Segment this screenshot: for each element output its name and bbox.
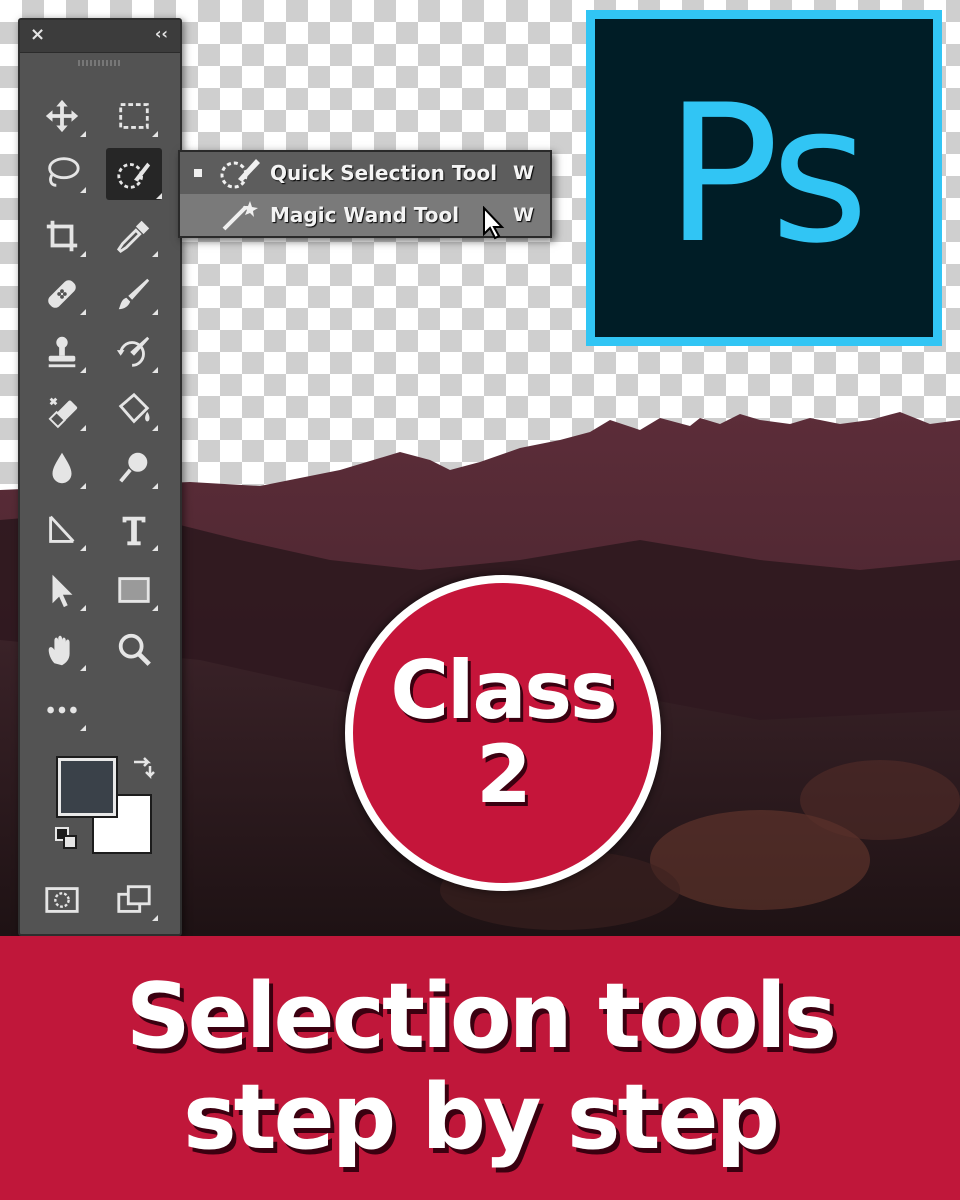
- history-brush-icon[interactable]: [110, 330, 158, 374]
- path-selection-icon[interactable]: [38, 568, 86, 612]
- photoshop-logo: Ps: [586, 10, 942, 346]
- healing-brush-icon[interactable]: [38, 272, 86, 316]
- mouse-cursor-icon: [483, 206, 505, 240]
- menu-item-label: Magic Wand Tool: [270, 203, 460, 227]
- default-colors-icon[interactable]: [54, 826, 78, 850]
- eyedropper-icon[interactable]: [110, 214, 158, 258]
- quick-selection-tool-icon[interactable]: [106, 148, 162, 200]
- banner-line-2: step by step: [183, 1065, 780, 1170]
- paint-bucket-icon[interactable]: [110, 388, 158, 432]
- menu-item-magic-wand[interactable]: Magic Wand Tool W: [180, 194, 550, 240]
- badge-title: Class: [390, 644, 617, 737]
- swap-colors-icon[interactable]: [130, 754, 156, 780]
- menu-item-shortcut: W: [513, 204, 534, 226]
- type-icon[interactable]: [110, 508, 158, 552]
- foreground-color-swatch[interactable]: [56, 756, 118, 818]
- class-badge: Class 2: [345, 575, 661, 891]
- lasso-icon[interactable]: [38, 150, 86, 194]
- pen-icon[interactable]: [38, 508, 86, 552]
- crop-icon[interactable]: [38, 214, 86, 258]
- menu-item-label: Quick Selection Tool: [270, 161, 498, 185]
- clone-stamp-icon[interactable]: [38, 330, 86, 374]
- close-icon[interactable]: ×: [30, 24, 45, 45]
- brush-icon[interactable]: [110, 272, 158, 316]
- more-tools-icon[interactable]: [38, 688, 86, 732]
- eraser-icon[interactable]: [38, 388, 86, 432]
- zoom-icon[interactable]: [110, 628, 158, 672]
- rectangular-marquee-icon[interactable]: [110, 94, 158, 138]
- collapse-panel-icon[interactable]: ‹‹: [155, 24, 168, 43]
- quick-mask-icon[interactable]: [38, 878, 86, 922]
- quick-selection-icon: [220, 159, 260, 189]
- screen-mode-icon[interactable]: [110, 878, 158, 922]
- banner-line-1: Selection tools: [125, 964, 837, 1070]
- title-banner: Selection tools step by step: [0, 936, 960, 1200]
- tools-panel-header: × ‹‹: [20, 20, 180, 53]
- selection-tools-flyout-menu: Quick Selection Tool W Magic Wand Tool W: [178, 150, 552, 240]
- hand-icon[interactable]: [38, 628, 86, 672]
- magic-wand-icon: [222, 201, 258, 231]
- dodge-icon[interactable]: [110, 446, 158, 490]
- rectangle-icon[interactable]: [110, 568, 158, 612]
- blur-icon[interactable]: [38, 446, 86, 490]
- panel-grip[interactable]: [78, 60, 122, 66]
- color-swatches: [54, 754, 156, 854]
- photoshop-logo-text: Ps: [664, 64, 869, 285]
- menu-item-shortcut: W: [513, 162, 534, 184]
- tools-panel: × ‹‹: [18, 18, 182, 936]
- move-tool-icon[interactable]: [38, 94, 86, 138]
- menu-item-quick-selection[interactable]: Quick Selection Tool W: [180, 152, 550, 194]
- selected-bullet-icon: [194, 169, 202, 177]
- badge-number: 2: [476, 728, 532, 821]
